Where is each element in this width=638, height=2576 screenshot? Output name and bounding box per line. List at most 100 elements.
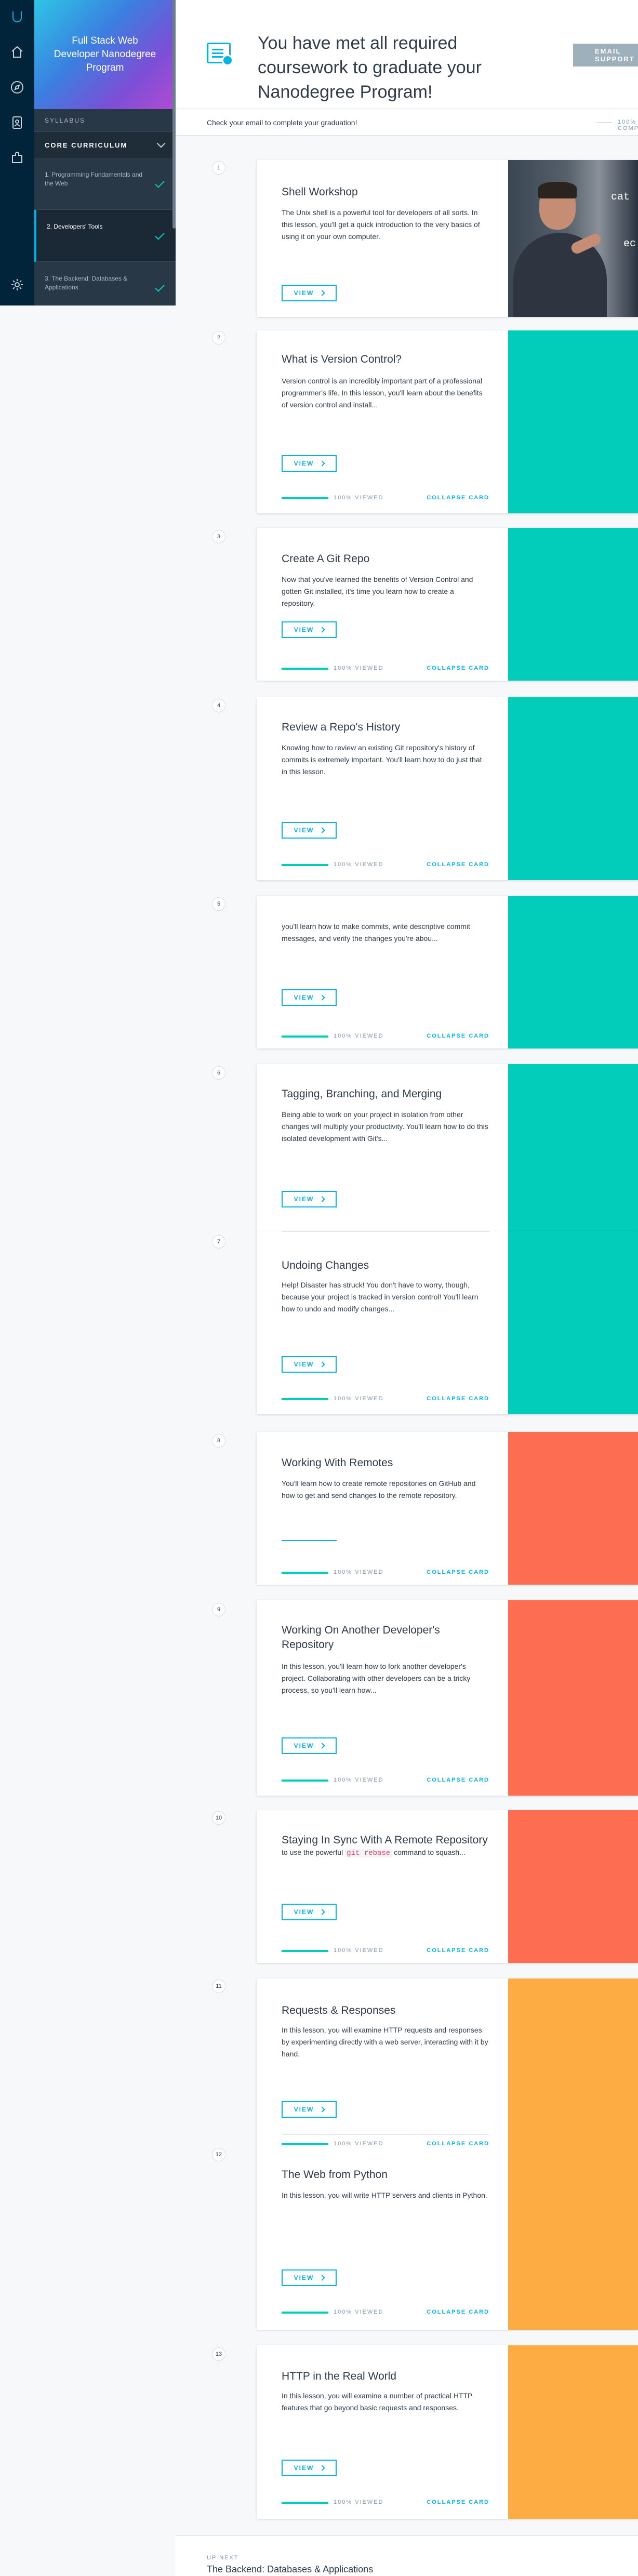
- progress-bar: [282, 2502, 328, 2504]
- lesson-description: you'll learn how to make commits, write …: [282, 922, 470, 942]
- view-button[interactable]: VIEW: [282, 621, 337, 638]
- view-button[interactable]: VIEW: [282, 822, 337, 839]
- lesson-number: 13: [212, 2347, 225, 2361]
- view-button[interactable]: VIEW: [282, 1356, 337, 1373]
- view-button[interactable]: VIEW: [282, 2269, 337, 2286]
- program-title: Full Stack Web Developer Nanodegree Prog…: [54, 35, 156, 73]
- view-label: VIEW: [294, 460, 314, 467]
- progress-label: 100% COMPLETE: [618, 119, 638, 131]
- chevron-right-icon: [319, 994, 325, 1001]
- lesson-number: 3: [212, 530, 225, 543]
- view-label: VIEW: [294, 1196, 314, 1203]
- view-button[interactable]: VIEW: [282, 2101, 337, 2118]
- view-button-edge[interactable]: [282, 1540, 337, 1541]
- description-text: command to squash...: [392, 1848, 466, 1856]
- view-label: VIEW: [294, 289, 314, 297]
- collapse-card-button[interactable]: COLLAPSE CARD: [427, 2309, 489, 2315]
- instructor-hair: [538, 182, 577, 198]
- compass-icon[interactable]: [9, 79, 25, 96]
- sidebar-lesson-3[interactable]: 3. The Backend: Databases & Applications: [34, 262, 176, 306]
- check-icon: [155, 282, 165, 292]
- lesson-card: HTTP in the Real World In this lesson, y…: [257, 2345, 638, 2519]
- lesson-title: Undoing Changes: [282, 1259, 369, 1271]
- view-label: VIEW: [294, 2106, 314, 2113]
- program-hero[interactable]: Full Stack Web Developer Nanodegree Prog…: [34, 0, 176, 109]
- lesson-description: The Unix shell is a powerful tool for de…: [282, 208, 480, 241]
- viewed-label: 100% VIEWED: [334, 2499, 384, 2505]
- view-button[interactable]: VIEW: [282, 1191, 337, 1207]
- collapse-card-button[interactable]: COLLAPSE CARD: [427, 2499, 489, 2505]
- chevron-right-icon: [319, 2465, 325, 2471]
- lesson-card: Undoing Changes Help! Disaster has struc…: [257, 1231, 638, 1414]
- lesson-number: 4: [212, 699, 225, 712]
- up-next-bar[interactable]: UP NEXT The Backend: Databases & Applica…: [176, 2535, 638, 2576]
- chevron-right-icon: [319, 460, 325, 467]
- view-button[interactable]: VIEW: [282, 989, 337, 1006]
- lesson-color-panel: [508, 330, 638, 513]
- view-button[interactable]: VIEW: [282, 455, 337, 472]
- sidebar-lesson-2[interactable]: 2. Developers' Tools: [34, 210, 176, 262]
- lesson-color-panel: [508, 1600, 638, 1796]
- gear-icon[interactable]: [9, 276, 25, 293]
- viewed-label: 100% VIEWED: [334, 861, 384, 868]
- udacity-logo-icon[interactable]: [9, 8, 25, 25]
- lesson-card: Review a Repo's History Knowing how to r…: [257, 697, 638, 880]
- syllabus-label: SYLLABUS: [34, 109, 176, 132]
- check-icon: [155, 178, 165, 188]
- collapse-card-button[interactable]: COLLAPSE CARD: [427, 1033, 489, 1039]
- chevron-down-icon: [156, 139, 166, 148]
- lesson-title: Working On Another Developer's Repositor…: [282, 1624, 440, 1651]
- lesson-color-panel: [508, 2345, 638, 2519]
- email-support-button[interactable]: EMAIL SUPPORT: [573, 44, 638, 67]
- collapse-card-button[interactable]: COLLAPSE CARD: [427, 2141, 489, 2147]
- icon-rail: [0, 0, 34, 306]
- collapse-card-button[interactable]: COLLAPSE CARD: [427, 1777, 489, 1783]
- chevron-right-icon: [319, 2275, 325, 2281]
- lesson-title: The Web from Python: [282, 2169, 388, 2181]
- home-icon[interactable]: [9, 44, 25, 60]
- graduation-subbar: Check your email to complete your gradua…: [176, 110, 638, 136]
- view-button[interactable]: VIEW: [282, 1904, 337, 1920]
- lesson-card: Requests & Responses In this lesson, you…: [257, 1979, 638, 2330]
- view-label: VIEW: [294, 1742, 314, 1749]
- collapse-card-button[interactable]: COLLAPSE CARD: [427, 1947, 489, 1954]
- sidebar-lesson-1[interactable]: 1. Programming Fundamentals and the Web: [34, 158, 176, 210]
- collapse-card-button[interactable]: COLLAPSE CARD: [427, 665, 489, 671]
- chevron-right-icon: [319, 1196, 325, 1202]
- core-curriculum-toggle[interactable]: CORE CURRICULUM: [34, 132, 176, 158]
- collapse-card-button[interactable]: COLLAPSE CARD: [427, 1569, 489, 1575]
- collapse-card-button[interactable]: COLLAPSE CARD: [427, 495, 489, 501]
- lesson-title: Requests & Responses: [282, 2004, 396, 2016]
- lesson-description: In this lesson, you will write HTTP serv…: [282, 2191, 487, 2199]
- progress-bar: [282, 1780, 328, 1782]
- lesson-description: Now that you've learned the benefits of …: [282, 575, 473, 607]
- lesson-video-thumbnail[interactable]: cat ec: [508, 160, 638, 317]
- chevron-right-icon: [319, 1361, 325, 1367]
- lesson-number: 1: [212, 161, 225, 175]
- lesson-number: 5: [212, 897, 225, 911]
- lesson-description: Help! Disaster has struck! You don't hav…: [282, 1281, 478, 1313]
- lesson-card: What is Version Control? Version control…: [257, 330, 638, 513]
- lesson-title: HTTP in the Real World: [282, 2370, 396, 2382]
- progress-bar: [282, 1035, 328, 1038]
- collapse-card-button[interactable]: COLLAPSE CARD: [427, 861, 489, 868]
- sidebar-lesson-label: 1. Programming Fundamentals and the Web: [45, 171, 143, 187]
- badge-icon[interactable]: [9, 114, 25, 131]
- up-next-label: UP NEXT: [207, 2555, 239, 2561]
- graduation-headline: You have met all required coursework to …: [258, 33, 482, 102]
- lesson-number: 7: [212, 1235, 225, 1249]
- lesson-color-panel: [508, 697, 638, 880]
- view-button[interactable]: VIEW: [282, 2460, 337, 2476]
- progress-footer: 100% VIEWED COLLAPSE CARD: [282, 665, 489, 672]
- view-button[interactable]: VIEW: [282, 1737, 337, 1754]
- lesson-title: What is Version Control?: [282, 353, 402, 365]
- chevron-right-icon: [319, 827, 325, 833]
- collapse-card-button[interactable]: COLLAPSE CARD: [427, 1396, 489, 1402]
- sidebar-lesson-label: 2. Developers' Tools: [47, 223, 103, 230]
- view-label: VIEW: [294, 827, 314, 834]
- view-button[interactable]: VIEW: [282, 285, 337, 301]
- progress-footer: 100% VIEWED COLLAPSE CARD: [282, 861, 489, 869]
- viewed-label: 100% VIEWED: [334, 1777, 384, 1783]
- puzzle-icon[interactable]: [9, 150, 25, 166]
- lesson-card: Working On Another Developer's Repositor…: [257, 1600, 638, 1796]
